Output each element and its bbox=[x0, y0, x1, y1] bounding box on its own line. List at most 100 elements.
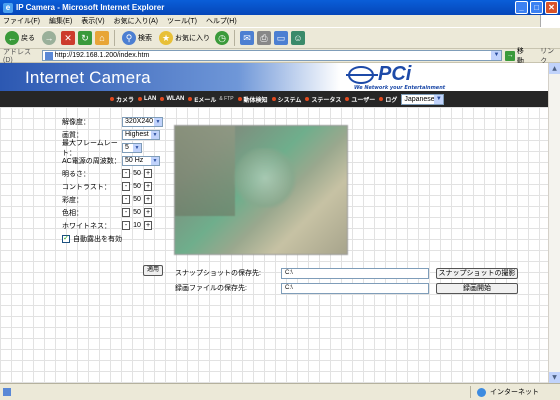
menu-bar: ファイル(F) 編集(E) 表示(V) お気に入り(A) ツール(T) ヘルプ(… bbox=[0, 15, 560, 27]
menu-favorites[interactable]: お気に入り(A) bbox=[114, 16, 158, 26]
refresh-icon[interactable]: ↻ bbox=[78, 31, 92, 45]
resolution-select[interactable]: 320X240 ▼ bbox=[122, 116, 163, 127]
page-icon bbox=[3, 388, 11, 396]
record-path-input[interactable]: C:\ bbox=[281, 282, 429, 294]
close-button[interactable]: ✕ bbox=[545, 1, 558, 14]
saturation-increase-button[interactable]: + bbox=[144, 195, 152, 204]
record-row: 録画ファイルの保存先: C:\ 録画開始 bbox=[175, 282, 525, 294]
messenger-icon[interactable]: ☺ bbox=[291, 31, 305, 45]
browser-toolbar: ← 戻る → ✕ ↻ ⌂ ⚲ 検索 ★ お気に入り ◷ ✉ ⎙ ▭ ☺ bbox=[0, 27, 560, 49]
scroll-up-icon[interactable]: ▲ bbox=[549, 63, 560, 74]
whiteness-decrease-button[interactable]: - bbox=[122, 221, 130, 230]
window-title: IP Camera - Microsoft Internet Explorer bbox=[16, 3, 165, 12]
address-input[interactable]: http://192.168.1.200/index.htm ▼ bbox=[41, 50, 503, 61]
forward-button[interactable]: → bbox=[40, 29, 58, 47]
nav-item-motion[interactable]: 動体検知 bbox=[237, 95, 268, 104]
home-icon[interactable]: ⌂ bbox=[95, 31, 109, 45]
history-icon[interactable]: ◷ bbox=[215, 31, 229, 45]
brightness-decrease-button[interactable]: - bbox=[122, 169, 130, 178]
chevron-down-icon[interactable]: ▼ bbox=[491, 51, 502, 60]
chevron-down-icon: ▼ bbox=[434, 94, 444, 104]
mail-icon[interactable]: ✉ bbox=[240, 31, 254, 45]
back-button[interactable]: ← 戻る bbox=[3, 29, 37, 47]
nav-item-status[interactable]: ステータス bbox=[305, 95, 341, 104]
whiteness-value: 10 bbox=[133, 222, 141, 229]
bullet-icon bbox=[160, 97, 165, 101]
stop-icon[interactable]: ✕ bbox=[61, 31, 75, 45]
snapshot-button[interactable]: スナップショットの撮影 bbox=[436, 267, 518, 279]
ac-frequency-select[interactable]: 50 Hz ▼ bbox=[122, 155, 160, 166]
nav-item-system[interactable]: システム bbox=[271, 95, 301, 104]
menu-help[interactable]: ヘルプ(H) bbox=[206, 16, 237, 26]
framerate-select[interactable]: 5 ▼ bbox=[122, 142, 142, 153]
menu-file[interactable]: ファイル(F) bbox=[3, 16, 40, 26]
scroll-down-icon[interactable]: ▼ bbox=[549, 372, 560, 383]
hue-decrease-button[interactable]: - bbox=[122, 208, 130, 217]
contrast-label: コントラスト： bbox=[62, 183, 111, 191]
search-icon: ⚲ bbox=[122, 31, 136, 45]
page-icon bbox=[44, 51, 53, 60]
back-arrow-icon: ← bbox=[5, 31, 19, 45]
saturation-decrease-button[interactable]: - bbox=[122, 195, 130, 204]
toolbar-separator bbox=[114, 30, 115, 46]
hue-value: 50 bbox=[133, 209, 141, 216]
status-bar: インターネット bbox=[0, 383, 560, 400]
brightness-increase-button[interactable]: + bbox=[144, 169, 152, 178]
contrast-decrease-button[interactable]: - bbox=[122, 182, 130, 191]
nav-item-log[interactable]: ログ bbox=[379, 95, 397, 104]
quality-select[interactable]: Highest ▼ bbox=[122, 129, 160, 140]
hue-label: 色相： bbox=[62, 209, 83, 217]
print-icon[interactable]: ⎙ bbox=[257, 31, 271, 45]
menu-edit[interactable]: 編集(E) bbox=[49, 16, 72, 26]
search-label: 検索 bbox=[138, 35, 152, 42]
resolution-row: 解像度： 320X240 ▼ bbox=[62, 115, 172, 128]
saturation-label: 彩度： bbox=[62, 196, 83, 204]
chevron-down-icon: ▼ bbox=[133, 143, 141, 152]
edit-icon[interactable]: ▭ bbox=[274, 31, 288, 45]
toolbar-separator bbox=[234, 30, 235, 46]
whiteness-label: ホワイトネス： bbox=[62, 222, 111, 230]
favorites-button[interactable]: ★ お気に入り bbox=[157, 29, 212, 47]
back-label: 戻る bbox=[21, 35, 35, 42]
logo-text: PCi bbox=[378, 63, 412, 85]
nav-item-lan[interactable]: LAN bbox=[138, 96, 156, 102]
camera-nav: カメラ LAN WLAN Eメール & FTP 動体検知 システム ステータス ユ… bbox=[0, 91, 560, 107]
address-bar: アドレス(D) http://192.168.1.200/index.htm ▼… bbox=[0, 48, 560, 65]
nav-item-users[interactable]: ユーザー bbox=[345, 95, 375, 104]
favorites-label: お気に入り bbox=[175, 35, 210, 42]
search-button[interactable]: ⚲ 検索 bbox=[120, 29, 154, 47]
menu-tools[interactable]: ツール(T) bbox=[167, 16, 197, 26]
bullet-icon bbox=[345, 97, 350, 101]
bullet-icon bbox=[237, 97, 242, 101]
record-button[interactable]: 録画開始 bbox=[436, 282, 518, 294]
forward-arrow-icon: → bbox=[42, 31, 56, 45]
whiteness-increase-button[interactable]: + bbox=[144, 221, 152, 230]
vertical-scrollbar[interactable]: ▲ ▼ bbox=[548, 63, 560, 383]
pci-logo: PCi We Network your Entertainment bbox=[346, 63, 548, 91]
snapshot-row: スナップショットの保存先: C:\ スナップショットの撮影 bbox=[175, 267, 525, 279]
ac-frequency-row: AC電源の周波数： 50 Hz ▼ bbox=[62, 154, 172, 167]
nav-item-camera[interactable]: カメラ bbox=[110, 95, 134, 104]
minimize-button[interactable]: _ bbox=[515, 1, 528, 14]
bullet-icon bbox=[138, 97, 143, 101]
security-zone: インターネット bbox=[470, 386, 539, 398]
camera-settings-panel: 解像度： 320X240 ▼ 画質： Highest ▼ 最大フレームレート： 5 ▼… bbox=[62, 115, 172, 276]
window-titlebar: e IP Camera - Microsoft Internet Explore… bbox=[0, 0, 560, 15]
contrast-increase-button[interactable]: + bbox=[144, 182, 152, 191]
globe-icon bbox=[477, 387, 486, 397]
language-select[interactable]: Japanese ▼ bbox=[401, 93, 445, 105]
language-value: Japanese bbox=[404, 95, 435, 103]
windows-logo-icon bbox=[540, 15, 560, 27]
auto-exposure-checkbox[interactable]: ✓ bbox=[62, 234, 70, 243]
nav-item-wlan[interactable]: WLAN bbox=[160, 96, 184, 102]
menu-view[interactable]: 表示(V) bbox=[81, 16, 104, 26]
snapshot-path-input[interactable]: C:\ bbox=[281, 267, 429, 279]
bullet-icon bbox=[379, 97, 384, 101]
content-area: 解像度： 320X240 ▼ 画質： Highest ▼ 最大フレームレート： 5 ▼… bbox=[0, 107, 560, 383]
nav-item-email-ftp[interactable]: Eメール & FTP bbox=[188, 95, 234, 104]
maximize-button[interactable]: □ bbox=[530, 1, 543, 14]
hue-increase-button[interactable]: + bbox=[144, 208, 152, 217]
bullet-icon bbox=[271, 97, 276, 101]
apply-button[interactable]: 適用 bbox=[143, 265, 163, 276]
saturation-value: 50 bbox=[133, 196, 141, 203]
